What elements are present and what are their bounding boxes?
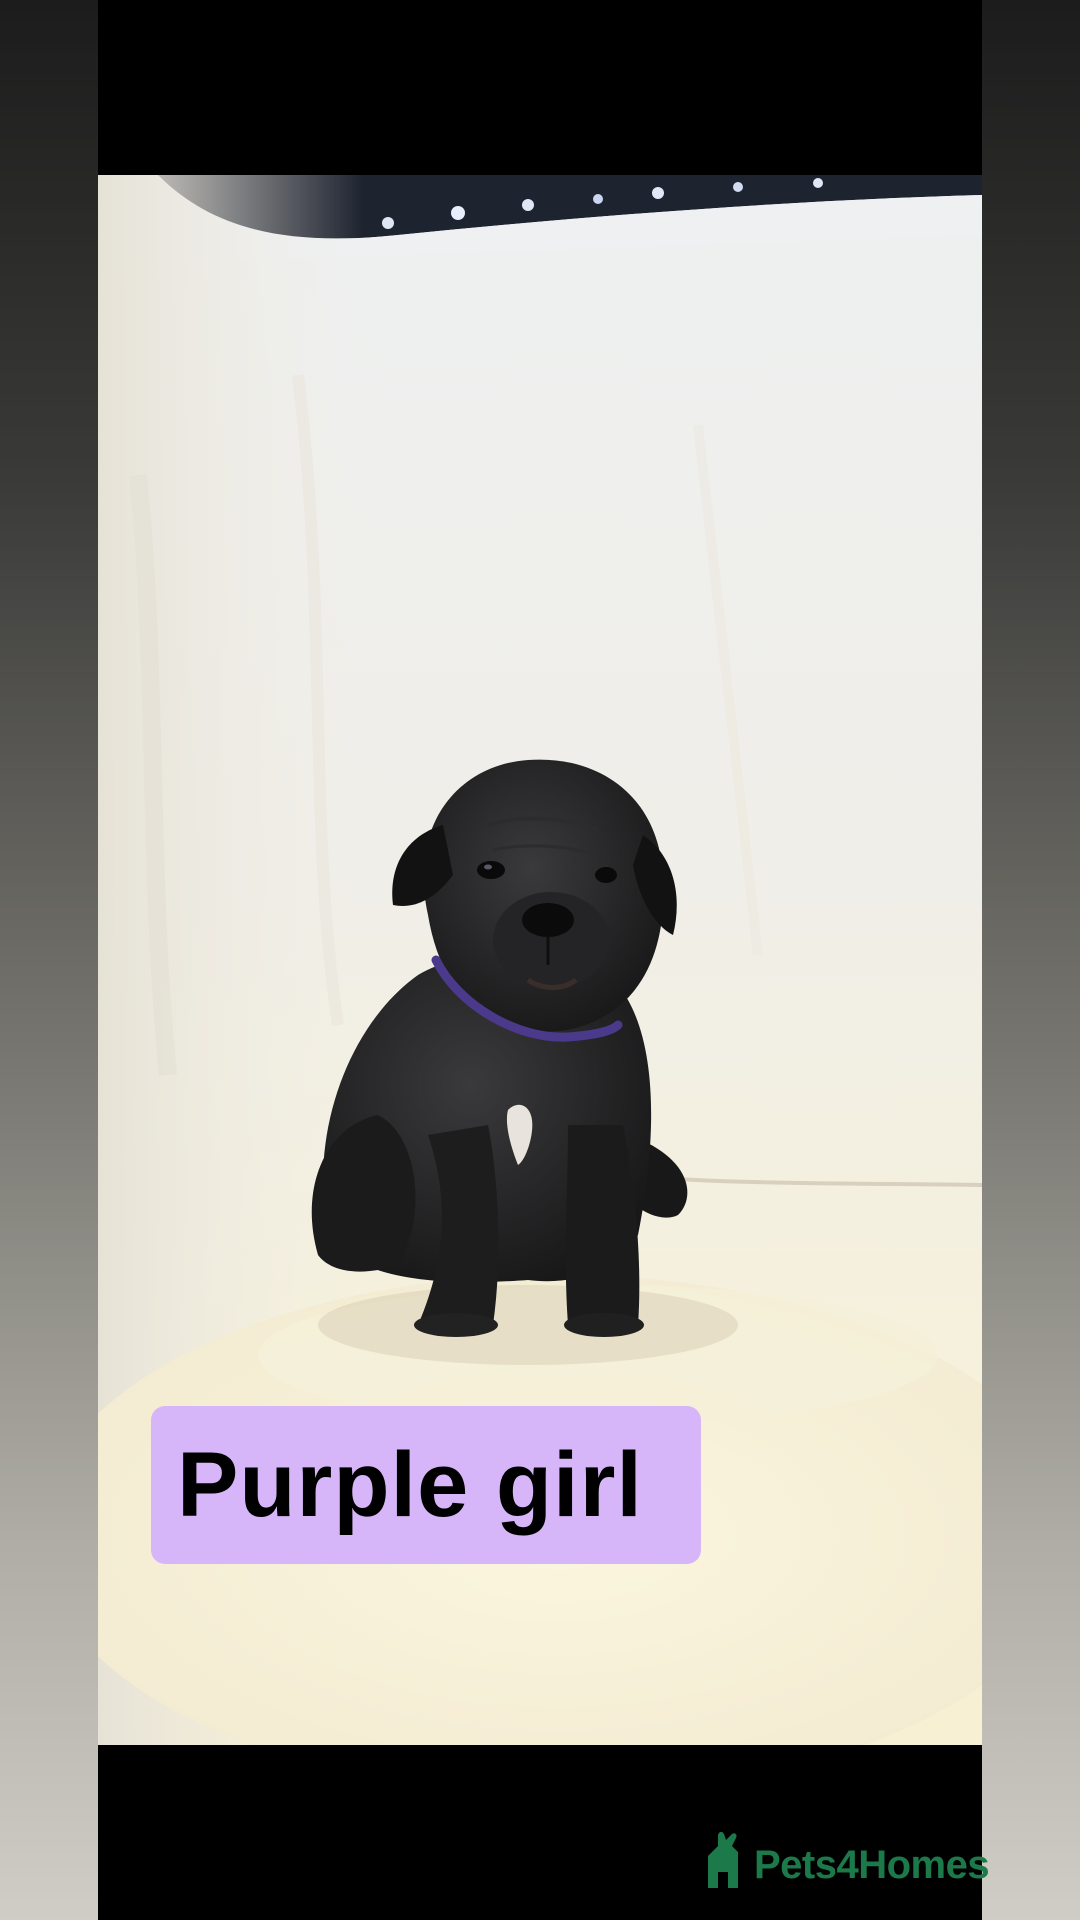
- pets4homes-logo-text: Pets4Homes: [754, 1843, 990, 1887]
- pets4homes-watermark: Pets4Homes: [704, 1826, 990, 1888]
- pets4homes-logo-icon: [708, 1831, 738, 1888]
- caption-label: Purple girl: [151, 1406, 701, 1564]
- video-frame-background: Purple girl Pets4Homes: [0, 0, 1080, 1920]
- caption-text: Purple girl: [177, 1434, 643, 1536]
